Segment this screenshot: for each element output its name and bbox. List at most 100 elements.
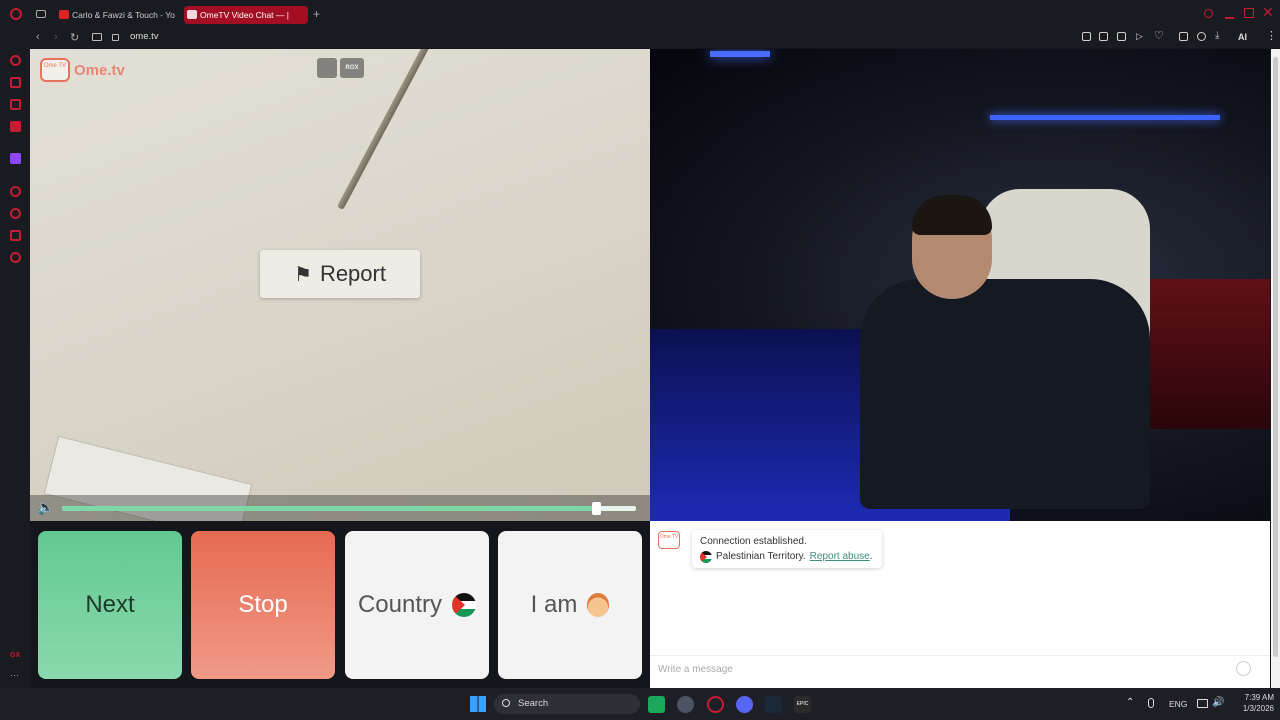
address-bar: ‹ › ↻ ome.tv ▷ ♡ ⤓ AI ⋮: [0, 28, 1280, 48]
taskbar: Search: [0, 688, 1280, 720]
discord-app-icon[interactable]: [736, 696, 753, 713]
volume-slider-fill: [62, 506, 596, 511]
chat-icon[interactable]: [10, 99, 21, 110]
youtube-icon: [59, 10, 69, 19]
report-label: Report: [319, 261, 386, 286]
boy-avatar-icon: [587, 593, 610, 617]
gender-button[interactable]: I am: [498, 531, 642, 679]
opera-gx-app-icon[interactable]: [707, 696, 724, 713]
emoji-icon[interactable]: [1236, 661, 1251, 676]
snapshot-icon[interactable]: [92, 33, 102, 41]
tab-ometv[interactable]: OmeTV Video Chat — |: [184, 6, 308, 24]
stop-label: Stop: [238, 591, 288, 618]
rgx-button[interactable]: RGX: [340, 58, 364, 78]
network-icon[interactable]: [1197, 699, 1208, 708]
download-icon[interactable]: ⤓: [1215, 30, 1219, 41]
clock-date: 1/3/2026: [1242, 704, 1274, 713]
volume-bar: 🔈: [30, 495, 650, 521]
clock-time: 7:39 AM: [1244, 693, 1274, 702]
back-icon[interactable]: ‹: [36, 31, 40, 43]
volume-slider-track[interactable]: [62, 502, 636, 515]
palestine-flag-small-icon: [700, 550, 712, 563]
taskbar-search[interactable]: Search: [494, 694, 640, 714]
neon-strip: [990, 115, 1220, 120]
settings-icon[interactable]: [10, 252, 21, 263]
reload-icon[interactable]: ↻: [70, 31, 79, 44]
refresh-icon[interactable]: [10, 55, 21, 66]
lock-icon: [112, 34, 119, 41]
messenger-icon[interactable]: [10, 121, 21, 132]
windows-start-icon[interactable]: [470, 696, 486, 712]
stop-button[interactable]: Stop: [191, 531, 335, 679]
ometv-logo-icon: Ome TV: [40, 58, 70, 82]
ometv-chat-icon: Ome TV: [658, 531, 680, 549]
forward-icon[interactable]: ›: [54, 31, 58, 43]
bag-icon[interactable]: [10, 77, 21, 88]
palestine-flag-icon: [452, 593, 477, 617]
more-icon[interactable]: ···: [10, 670, 19, 680]
connection-text: Connection established.: [700, 536, 807, 547]
mic-icon[interactable]: [1148, 698, 1154, 708]
message-placeholder: Write a message: [658, 664, 733, 675]
box-icon[interactable]: [10, 230, 21, 241]
adblock-icon[interactable]: [1117, 32, 1126, 41]
heart-icon[interactable]: ♡: [1154, 29, 1164, 42]
tab-bar: Carlo & Fawzi & Touch - Yo OmeTV Video C…: [0, 0, 1280, 28]
country-button[interactable]: Country: [345, 531, 489, 679]
new-tab-button[interactable]: +: [313, 7, 320, 21]
message-input[interactable]: Write a message: [650, 655, 1270, 680]
period-text: .: [869, 551, 873, 562]
next-label: Next: [85, 591, 135, 618]
workspaces-icon[interactable]: [36, 10, 46, 18]
report-button[interactable]: ⚑ Report: [260, 250, 420, 298]
url-field[interactable]: ome.tv: [130, 31, 159, 42]
gx-label[interactable]: GX: [10, 652, 20, 659]
minimize-icon[interactable]: [1225, 17, 1234, 19]
search-label: Search: [518, 698, 549, 709]
ai-button[interactable]: AI: [1238, 32, 1247, 42]
remote-video: [650, 49, 1270, 521]
maximize-icon[interactable]: [1244, 8, 1254, 18]
tab-title: Carlo & Fawzi & Touch - Yo: [72, 10, 175, 20]
screenshot-icon[interactable]: [1099, 32, 1108, 41]
speaker-icon[interactable]: 🔈: [37, 499, 54, 516]
location-line: Palestinian Territory. Report abuse.: [700, 549, 874, 564]
neon-strip-left: [710, 51, 770, 57]
settings-app-icon[interactable]: [677, 696, 694, 713]
next-button[interactable]: Next: [38, 531, 182, 679]
clock-icon[interactable]: [10, 208, 21, 219]
flag-icon: ⚑: [294, 263, 312, 286]
location-text: Palestinian Territory.: [716, 551, 806, 562]
red-wall: [1130, 279, 1270, 429]
clock[interactable]: 7:39 AM 1/3/2026: [1230, 692, 1274, 714]
menu-icon[interactable]: ⋮: [1266, 29, 1277, 42]
country-label: Country: [357, 591, 443, 618]
local-video: Ome TV Ome.tv RGX ⚑ Report 🔈: [30, 49, 650, 521]
twitch-icon[interactable]: [10, 153, 21, 164]
tab-carlo-fawzi[interactable]: Carlo & Fawzi & Touch - Yo: [56, 6, 176, 24]
search-tabs-icon[interactable]: [1204, 9, 1213, 18]
close-icon[interactable]: ✕: [1262, 4, 1274, 21]
person-body: [860, 279, 1150, 509]
profile-icon[interactable]: [1197, 32, 1206, 41]
volume-tray-icon[interactable]: 🔊: [1212, 697, 1224, 708]
iam-label: I am: [530, 591, 578, 618]
language-indicator[interactable]: ENG: [1169, 699, 1187, 709]
report-abuse-link[interactable]: Report abuse: [810, 551, 870, 562]
volume-slider-handle[interactable]: [591, 502, 601, 515]
steam-app-icon[interactable]: [765, 696, 782, 713]
system-message: Connection established. Palestinian Terr…: [692, 530, 882, 568]
app-icon-green[interactable]: [648, 696, 665, 713]
popout-icon[interactable]: [317, 58, 337, 78]
pin-icon[interactable]: [1082, 32, 1091, 41]
chat-panel: Ome TV Connection established. Palestini…: [650, 521, 1270, 688]
extensions-icon[interactable]: [1179, 32, 1188, 41]
page-scrollbar[interactable]: [1271, 49, 1280, 688]
tab-title: OmeTV Video Chat — |: [200, 10, 289, 20]
ometv-logo-text: Ome.tv: [74, 61, 125, 79]
tray-chevron-icon[interactable]: ⌃: [1126, 697, 1134, 708]
play-icon[interactable]: [10, 186, 21, 197]
epic-app-icon[interactable]: EPIC: [794, 696, 811, 713]
opera-icon[interactable]: [10, 8, 22, 20]
player-icon[interactable]: ▷: [1136, 31, 1143, 42]
